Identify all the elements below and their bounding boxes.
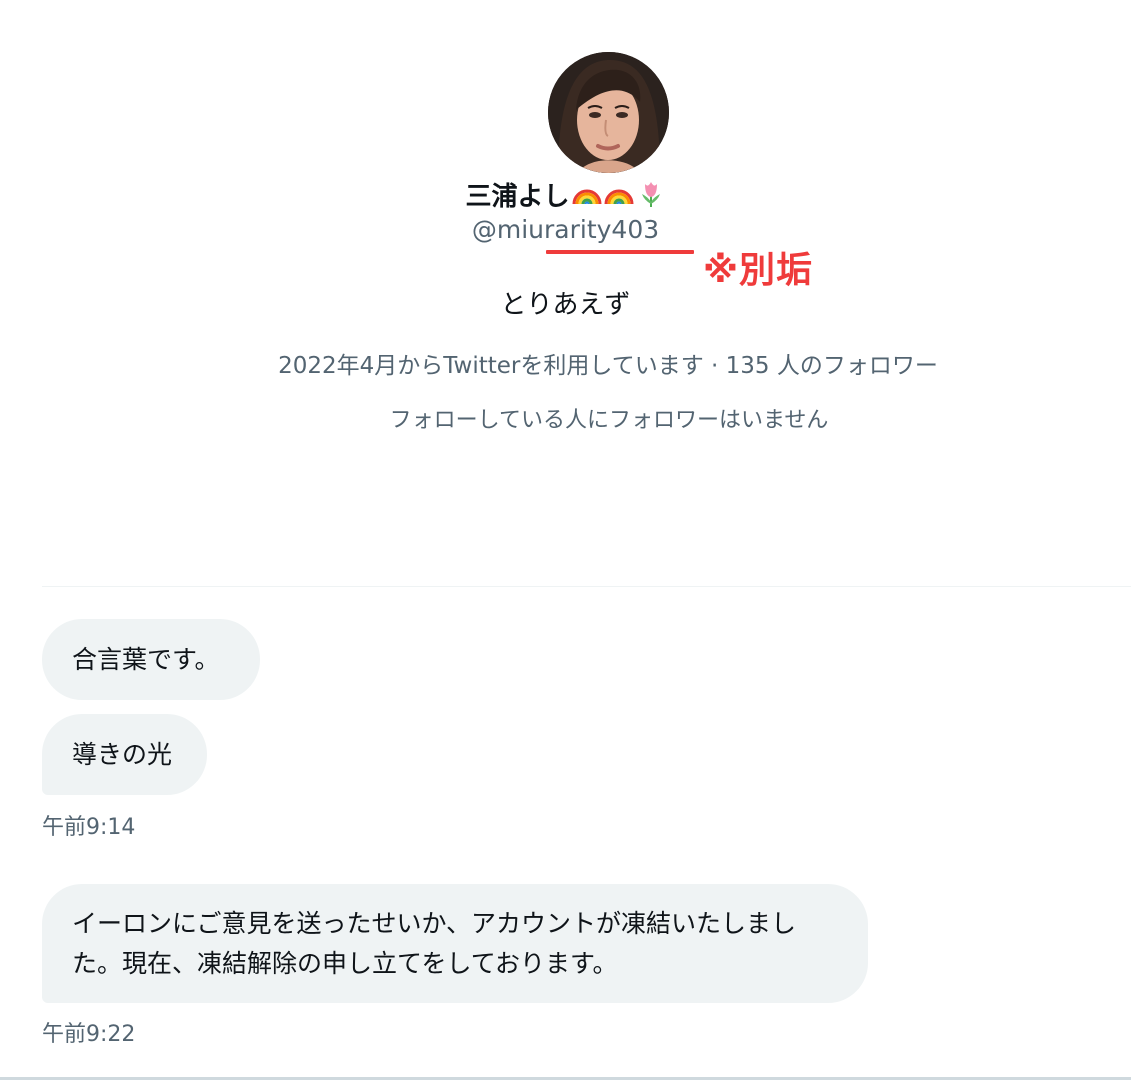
message-timestamp: 午前9:22 [42, 1022, 136, 1047]
rainbow-icon [604, 178, 634, 215]
dm-conversation-page: 三浦よし @miurarity403 ※別垢 とりあえず 2022年4月からTw… [0, 0, 1131, 1080]
message-bubble[interactable]: 導きの光 [42, 714, 207, 795]
tulip-icon [636, 178, 666, 215]
profile-bio: とりあえず [500, 290, 631, 320]
profile-handle[interactable]: @miurarity403 [0, 215, 1131, 244]
message-bubble[interactable]: 合言葉です。 [42, 619, 260, 700]
red-underline-annotation [546, 250, 694, 254]
divider [42, 586, 1131, 587]
rainbow-icon [572, 178, 602, 215]
followers-you-know-note: フォローしている人にフォロワーはいません [389, 408, 829, 433]
message-timestamp: 午前9:14 [42, 815, 136, 840]
display-name[interactable]: 三浦よし [0, 176, 1131, 215]
profile-meta: 2022年4月からTwitterを利用しています · 135 人のフォロワー [278, 353, 938, 379]
avatar[interactable] [548, 52, 669, 173]
display-name-text: 三浦よし [465, 182, 570, 212]
message-bubble[interactable]: イーロンにご意見を送ったせいか、アカウントが凍結いたしました。現在、凍結解除の申… [42, 884, 868, 1003]
